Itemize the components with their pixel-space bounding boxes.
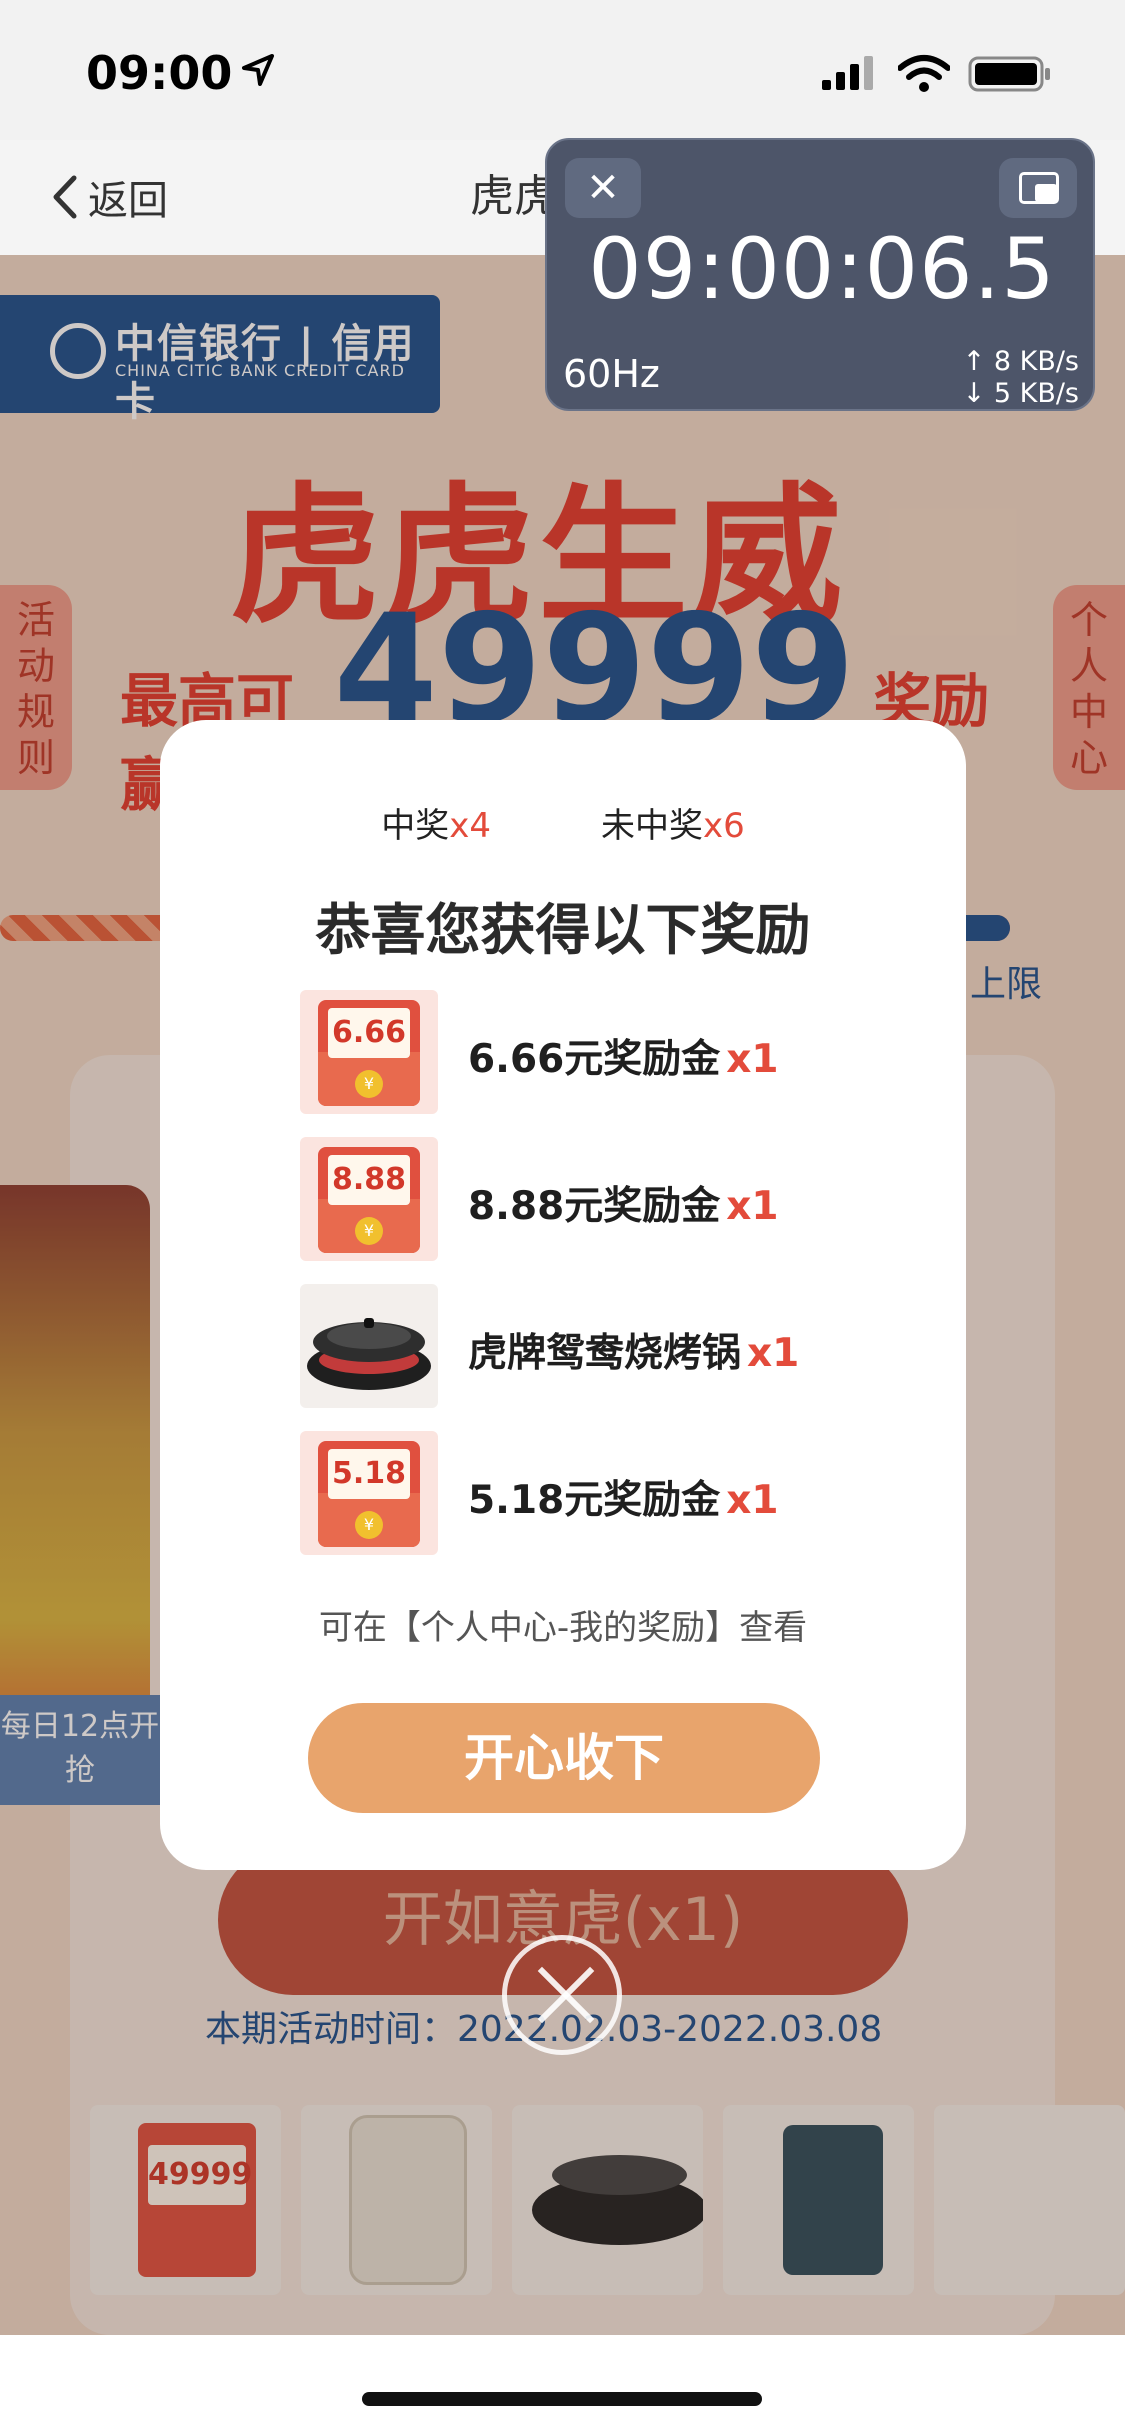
wifi-icon	[898, 55, 950, 92]
modal-heading: 恭喜您获得以下奖励	[315, 898, 811, 962]
pip-button[interactable]	[999, 158, 1077, 218]
reward-badge: 6.66	[328, 1008, 410, 1058]
lost-count: x6	[703, 806, 745, 846]
reward-list: 6.66 ¥ 6.66元奖励金 x1 8.88 ¥ 8.88元奖励金 x1 虎牌鸳鸯烧烤…	[300, 990, 860, 1578]
reward-qty: x1	[726, 1184, 779, 1229]
reward-badge: 8.88	[328, 1155, 410, 1205]
back-label: 返回	[88, 178, 168, 224]
won-tally: 中奖x4	[381, 798, 491, 847]
reward-qty: x1	[726, 1037, 779, 1082]
accept-button[interactable]: 开心收下	[308, 1703, 820, 1813]
yuan-coin-icon: ¥	[355, 1070, 383, 1098]
reward-label: 5.18元奖励金	[468, 1478, 721, 1523]
reward-name: 5.18元奖励金 x1	[468, 1469, 779, 1525]
reward-item: 8.88 ¥ 8.88元奖励金 x1	[300, 1137, 860, 1273]
reward-item: 6.66 ¥ 6.66元奖励金 x1	[300, 990, 860, 1126]
close-icon: ✕	[586, 165, 620, 211]
grill-pan-image	[307, 1318, 431, 1390]
red-envelope-icon: 8.88 ¥	[300, 1137, 438, 1261]
back-button[interactable]: 返回	[52, 162, 168, 232]
cellular-signal-icon	[822, 56, 873, 90]
modal-close-button[interactable]	[502, 1935, 622, 2055]
location-arrow-icon	[242, 54, 274, 86]
status-time: 09:00	[86, 46, 233, 100]
reward-name: 8.88元奖励金 x1	[468, 1175, 779, 1231]
battery-icon	[968, 56, 1050, 92]
grill-pan-icon	[300, 1284, 438, 1408]
reward-modal: 中奖x4 未中奖x6 恭喜您获得以下奖励 6.66 ¥ 6.66元奖励金 x1 8.…	[160, 720, 966, 1870]
home-indicator[interactable]	[362, 2392, 762, 2406]
reward-name: 6.66元奖励金 x1	[468, 1028, 779, 1084]
lost-label: 未中奖	[601, 806, 703, 846]
yuan-coin-icon: ¥	[355, 1217, 383, 1245]
reward-qty: x1	[747, 1331, 800, 1376]
reward-label: 6.66元奖励金	[468, 1037, 721, 1082]
reward-qty: x1	[726, 1478, 779, 1523]
won-label: 中奖	[381, 806, 450, 846]
yuan-coin-icon: ¥	[355, 1511, 383, 1539]
refresh-rate: 60Hz	[563, 352, 660, 396]
won-count: x4	[449, 806, 491, 846]
download-speed: ↓ 5 KB/s	[962, 378, 1079, 409]
reward-label: 虎牌鸳鸯烧烤锅	[468, 1331, 742, 1376]
reward-item: 5.18 ¥ 5.18元奖励金 x1	[300, 1431, 860, 1567]
reward-label: 8.88元奖励金	[468, 1184, 721, 1229]
reward-name: 虎牌鸳鸯烧烤锅 x1	[468, 1322, 799, 1378]
reward-item: 虎牌鸳鸯烧烤锅 x1	[300, 1284, 860, 1420]
draw-tally: 中奖x4 未中奖x6	[160, 798, 966, 847]
red-envelope-icon: 5.18 ¥	[300, 1431, 438, 1555]
home-area	[0, 2335, 1125, 2435]
reward-hint: 可在【个人中心-我的奖励】查看	[318, 1608, 808, 1648]
status-bar: 09:00	[0, 0, 1125, 140]
timer-clock: 09:00:06.5	[588, 220, 1056, 318]
timer-widget: ✕ 09:00:06.5 60Hz ↑ 8 KB/s ↓ 5 KB/s	[545, 138, 1095, 411]
chevron-left-icon	[53, 175, 77, 219]
lost-tally: 未中奖x6	[601, 798, 745, 847]
red-envelope-icon: 6.66 ¥	[300, 990, 438, 1114]
upload-speed: ↑ 8 KB/s	[962, 346, 1079, 377]
timer-close-button[interactable]: ✕	[565, 158, 641, 218]
reward-badge: 5.18	[328, 1449, 410, 1499]
